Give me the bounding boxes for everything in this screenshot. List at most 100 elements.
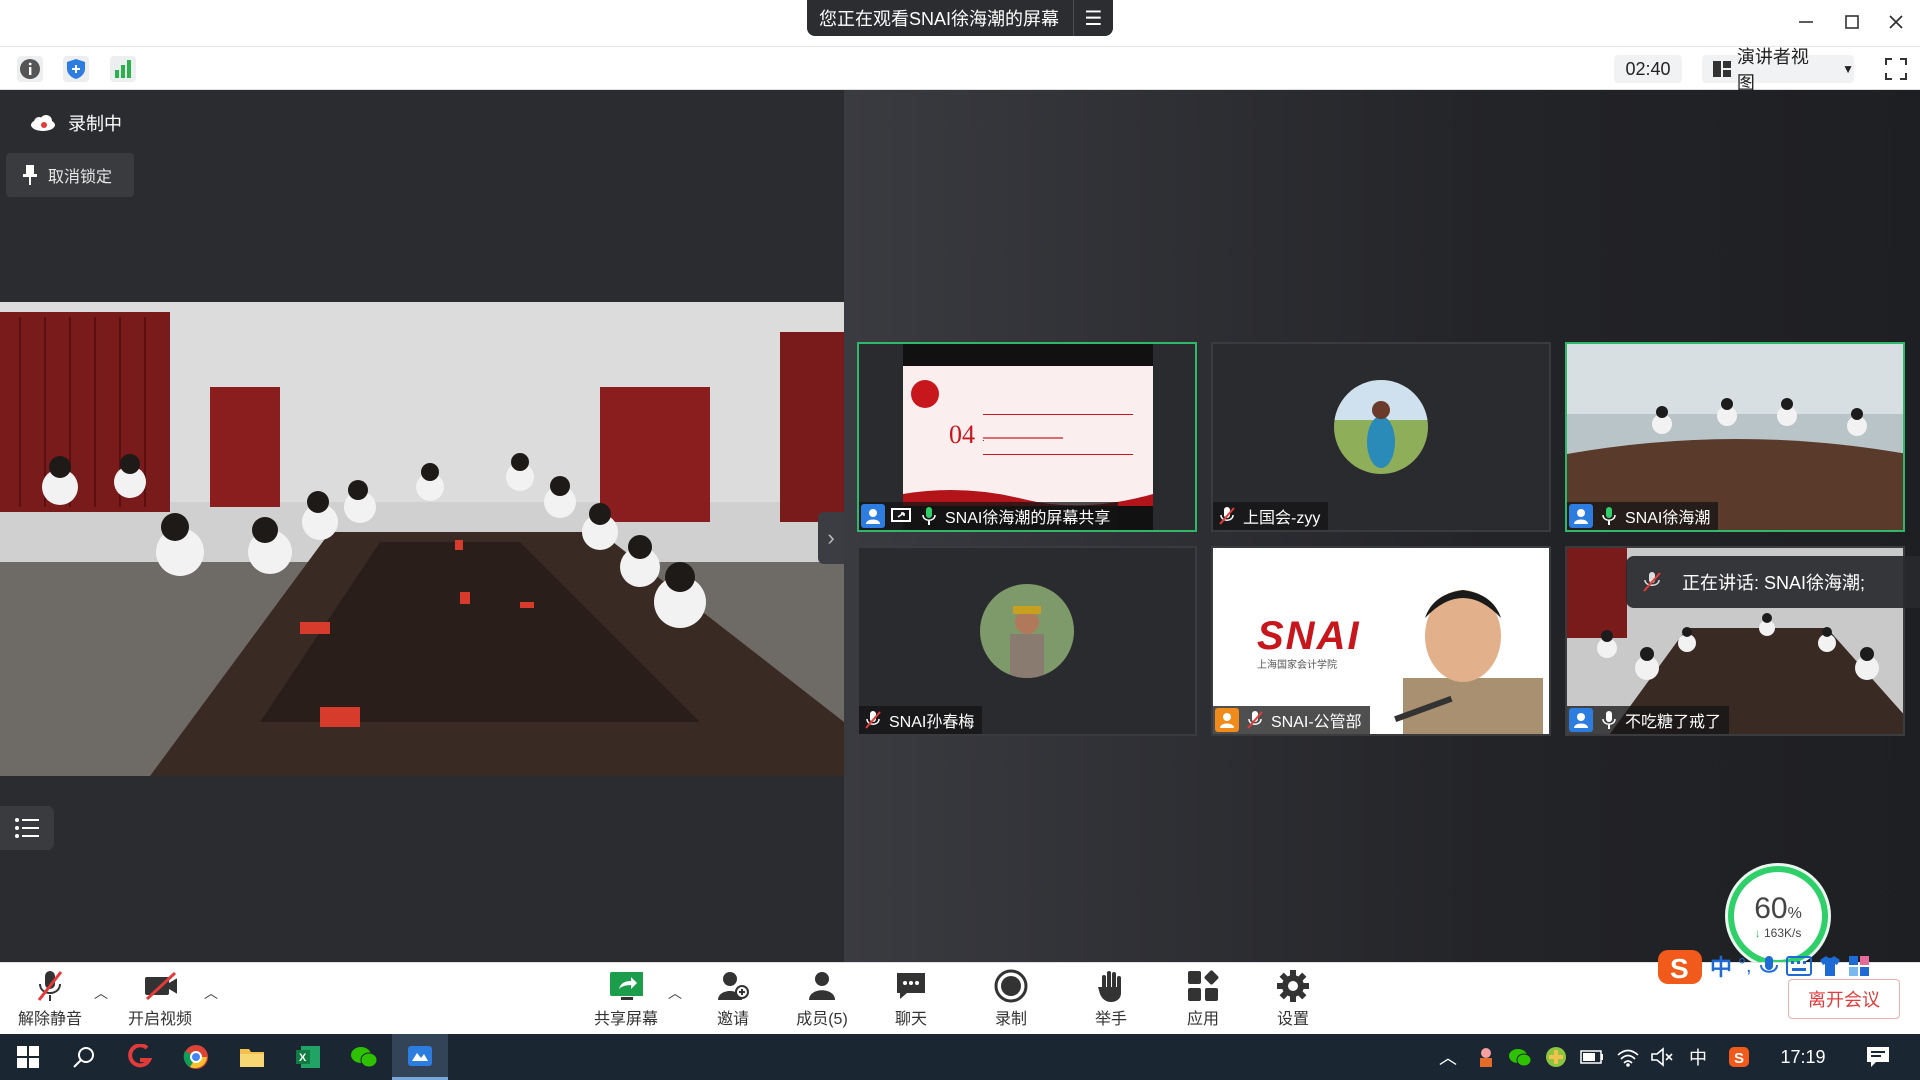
shield-icon [67,59,85,79]
search-button[interactable] [56,1034,112,1080]
participant-name: 不吃糖了戒了 [1625,714,1722,731]
svg-text:X: X [299,1052,307,1064]
slide-number: 04 [949,420,975,449]
video-options-chevron[interactable]: ︿ [204,983,218,1003]
ime-language[interactable]: 中 [1710,950,1732,982]
layout-icon [1713,61,1731,77]
start-button[interactable] [0,1034,56,1080]
unmute-button[interactable]: 解除静音 [16,963,84,1035]
input-language-indicator[interactable]: 中 [1680,1034,1716,1080]
notification-icon [1867,1047,1889,1067]
apps-button[interactable]: 应用 [1170,963,1236,1035]
wifi-icon[interactable] [1612,1034,1644,1080]
tray-sogou-icon[interactable]: S [1722,1034,1756,1080]
arrow-down-icon: ↓ [1754,926,1761,940]
battery-icon[interactable] [1576,1034,1608,1080]
share-options-chevron[interactable]: ︿ [668,983,682,1003]
unlock-label: 取消锁定 [48,169,113,186]
microphone-icon [917,504,941,528]
unlock-button[interactable]: 取消锁定 [6,153,134,197]
user-icon [1215,708,1239,732]
svg-text:S: S [1734,1050,1744,1067]
participant-name: SNAI孙春梅 [889,714,975,731]
video-tile-screen-share[interactable]: 04 SNAI徐海潮的屏幕共享 [857,342,1197,532]
start-video-button[interactable]: 开启视频 [126,963,194,1035]
video-tile-participant[interactable]: SNAI孙春梅 [857,546,1197,736]
security-button[interactable] [63,56,89,82]
settings-label: 设置 [1276,1011,1309,1028]
microphone-muted-icon [1643,572,1661,592]
record-icon [994,969,1028,1003]
signal-bars-icon [115,60,131,78]
meeting-controls-bar: 解除静音 ︿ 开启视频 ︿ 共享屏幕 ︿ 邀请 成员(5) 聊天 录制 举手 应… [0,962,1920,1034]
close-button[interactable] [1876,6,1916,38]
pin-icon [23,165,37,185]
chat-icon [897,973,925,999]
taskbar-app-1[interactable] [112,1034,168,1080]
video-tile-participant[interactable]: SNAI 上海国家会计学院 SNAI-公管部 [1211,546,1551,736]
raise-hand-button[interactable]: 举手 [1078,963,1144,1035]
record-button[interactable]: 录制 [978,963,1044,1035]
taskbar-file-explorer[interactable] [224,1034,280,1080]
window-titlebar: 您正在观看SNAI徐海潮的屏幕 ☰ [0,0,1920,46]
taskbar-clock[interactable]: 17:19 [1766,1034,1840,1080]
minimize-button[interactable] [1786,6,1826,38]
active-speaker-banner: 正在讲话: SNAI徐海潮; [1626,556,1920,608]
share-screen-label: 共享屏幕 [593,1011,658,1028]
gallery-collapse-button[interactable]: › [818,512,844,564]
taskbar-chrome[interactable] [168,1034,224,1080]
avatar [980,584,1074,678]
tray-expand-chevron[interactable]: ︿ [1434,1034,1462,1080]
unmute-label: 解除静音 [17,1011,82,1028]
list-toggle-button[interactable] [0,806,54,850]
screen-share-title-text: 您正在观看SNAI徐海潮的屏幕 [819,9,1060,29]
toolbox-icon [1848,956,1869,976]
video-tile-participant[interactable]: SNAI徐海潮 [1565,342,1905,532]
skin-icon [1819,956,1840,976]
view-mode-label: 演讲者视图 [1736,47,1809,93]
volume-muted-icon[interactable] [1646,1034,1678,1080]
info-icon [20,59,40,79]
info-button[interactable] [17,56,43,82]
invite-button[interactable]: 邀请 [700,963,766,1035]
network-percent: 60% [1754,892,1802,925]
microphone-icon [1597,504,1621,528]
network-stats-button[interactable] [110,56,136,82]
taskbar-excel[interactable]: X [280,1034,336,1080]
settings-button[interactable]: 设置 [1260,963,1326,1035]
snai-logo: SNAI [1257,614,1361,658]
audio-options-chevron[interactable]: ︿ [94,983,108,1003]
view-mode-dropdown[interactable]: 演讲者视图 ▼ [1702,47,1854,93]
invite-label: 邀请 [716,1011,749,1028]
participant-name: 上国会-zyy [1243,510,1321,527]
start-video-label: 开启视频 [127,1011,192,1028]
microphone-muted-icon [37,971,63,1001]
screen-share-title[interactable]: 您正在观看SNAI徐海潮的屏幕 ☰ [807,0,1113,36]
raise-hand-icon [1098,971,1121,1002]
maximize-button[interactable] [1832,6,1872,38]
chat-button[interactable]: 聊天 [878,963,944,1035]
microphone-icon [1597,708,1621,732]
tray-wechat-icon[interactable] [1504,1034,1536,1080]
tray-app-icon-3[interactable] [1540,1034,1572,1080]
menu-icon[interactable]: ☰ [1073,0,1113,36]
meeting-app-icon [408,1045,432,1066]
members-button[interactable]: 成员(5) [784,963,860,1035]
taskbar-wechat[interactable] [336,1034,392,1080]
punctuation-icon[interactable]: °, [1738,955,1752,978]
fullscreen-button[interactable] [1884,57,1908,81]
tile-label: SNAI孙春梅 [859,706,983,734]
tile-label: 上国会-zyy [1213,502,1329,530]
notification-center-button[interactable] [1850,1034,1906,1080]
fullscreen-icon [1885,58,1907,80]
taskbar-meeting-app[interactable] [392,1034,448,1080]
user-icon [1569,708,1593,732]
share-screen-button[interactable]: 共享屏幕 [590,963,662,1035]
participant-name: SNAI徐海潮的屏幕共享 [945,510,1111,527]
tray-app-icon-1[interactable] [1470,1034,1502,1080]
video-tile-participant[interactable]: 上国会-zyy [1211,342,1551,532]
microphone-muted-icon [1215,504,1239,528]
recording-indicator: 录制中 [30,110,122,136]
tile-label: SNAI徐海潮 [1567,502,1719,530]
sogou-logo-icon: S [1658,950,1702,984]
